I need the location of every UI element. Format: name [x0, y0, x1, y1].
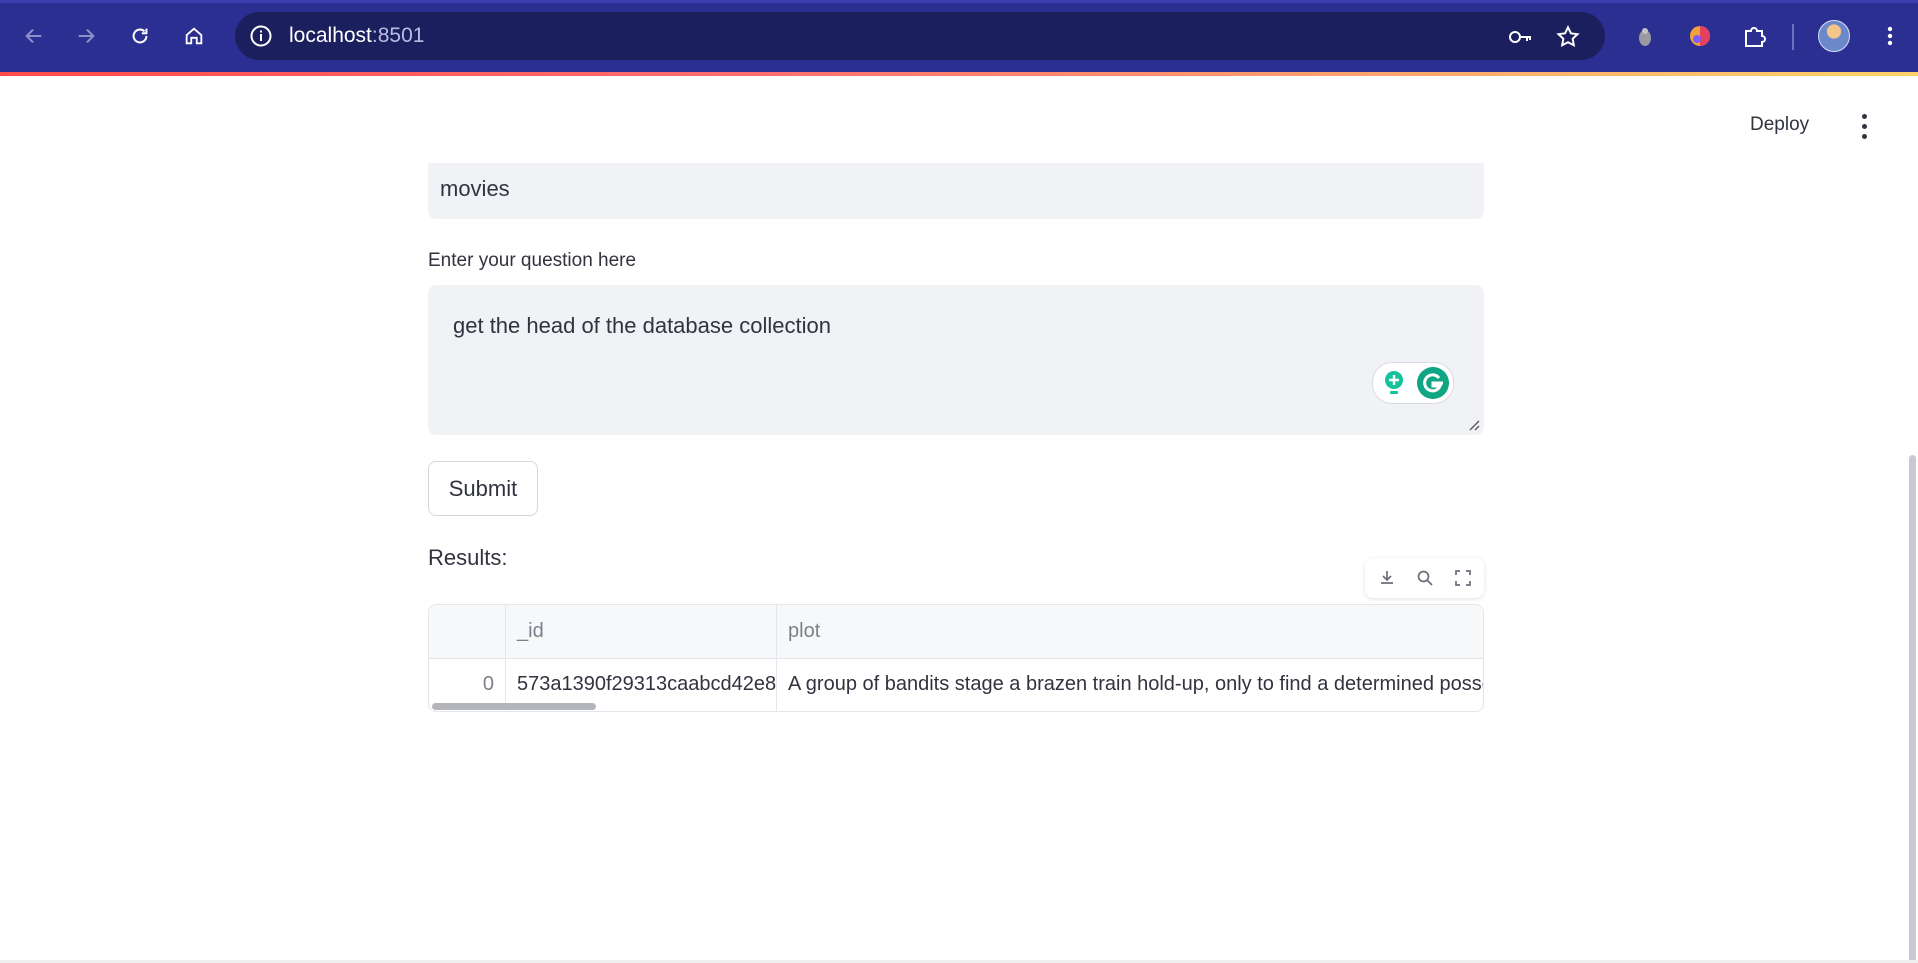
- column-divider: [776, 605, 777, 711]
- table-header-plot[interactable]: plot: [777, 605, 1483, 658]
- horizontal-scrollbar[interactable]: [432, 703, 596, 710]
- grammarly-logo-icon[interactable]: [1417, 367, 1449, 399]
- grammarly-g-icon: [1423, 373, 1443, 393]
- back-arrow-icon: [25, 28, 42, 44]
- collection-input[interactable]: movies: [428, 163, 1484, 219]
- puzzle-icon[interactable]: [1740, 22, 1768, 50]
- extension-color-icon[interactable]: [1686, 22, 1714, 50]
- tab-strip-edge: [0, 0, 1918, 3]
- app-header-decoration: [0, 72, 1918, 76]
- forward-arrow-icon: [78, 28, 95, 44]
- deploy-button[interactable]: Deploy: [1750, 114, 1809, 136]
- home-button[interactable]: [176, 18, 212, 54]
- column-divider: [505, 605, 506, 711]
- address-bar[interactable]: localhost:8501: [235, 12, 1605, 60]
- fullscreen-icon[interactable]: [1454, 569, 1472, 587]
- question-textarea[interactable]: get the head of the database collection: [428, 285, 1484, 435]
- results-label: Results:: [428, 545, 508, 570]
- resize-handle-icon[interactable]: [1468, 419, 1480, 431]
- main-menu-icon[interactable]: [1860, 114, 1868, 140]
- home-icon: [185, 27, 203, 45]
- grammarly-suggestion-icon[interactable]: [1381, 369, 1407, 397]
- toolbar-divider: [1792, 24, 1794, 50]
- table-header-index[interactable]: [429, 605, 505, 658]
- extension-grey-icon[interactable]: [1631, 22, 1659, 50]
- profile-avatar[interactable]: [1818, 20, 1850, 52]
- url-port: :8501: [371, 24, 425, 47]
- browser-toolbar: localhost:8501: [0, 0, 1918, 72]
- table-cell-plot[interactable]: A group of bandits stage a brazen train …: [777, 658, 1483, 711]
- dataframe-toolbar: [1365, 558, 1484, 598]
- search-icon[interactable]: [1416, 569, 1434, 587]
- reload-button[interactable]: [122, 18, 158, 54]
- results-dataframe[interactable]: _id plot 0 573a1390f29313caabcd42e8 A gr…: [428, 604, 1484, 712]
- key-icon[interactable]: [1507, 24, 1533, 50]
- question-text: get the head of the database collection: [453, 313, 831, 338]
- submit-button[interactable]: Submit: [428, 461, 538, 516]
- question-label: Enter your question here: [428, 250, 637, 271]
- star-icon[interactable]: [1555, 24, 1581, 50]
- download-icon[interactable]: [1378, 569, 1396, 587]
- reload-icon: [132, 28, 148, 44]
- url-text[interactable]: localhost:8501: [289, 24, 424, 48]
- grammarly-widget[interactable]: [1372, 362, 1454, 404]
- table-header-id[interactable]: _id: [506, 605, 777, 658]
- back-button[interactable]: [16, 18, 52, 54]
- page-scrollbar[interactable]: [1909, 455, 1916, 963]
- url-host: localhost: [289, 24, 372, 47]
- menu-icon[interactable]: [1876, 22, 1904, 50]
- forward-button[interactable]: [68, 18, 104, 54]
- site-info-icon[interactable]: [249, 24, 273, 48]
